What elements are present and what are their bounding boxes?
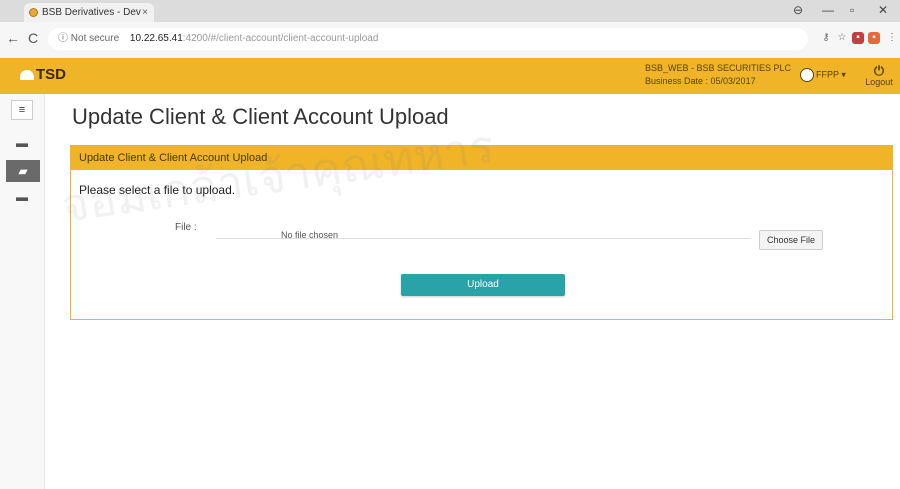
app-header: TSD BSB_WEB - BSB SECURITIES PLC Busines… [0,58,900,94]
menu-icon[interactable]: ≡ [11,100,33,120]
security-label: Not secure [70,33,120,44]
key-icon[interactable]: ⚷ [820,32,832,44]
browser-menu-icon[interactable]: ⋮ [886,32,898,44]
folder-icon-2[interactable]: ▬ [14,190,30,204]
star-icon[interactable]: ☆ [836,32,848,44]
business-date: Business Date : 05/03/2017 [645,76,756,86]
url-host: 10.22.65.41 [129,33,183,44]
choose-file-button[interactable]: Choose File [759,230,823,250]
restore-icon[interactable]: ▫ [850,3,854,17]
tab-close-icon[interactable]: × [142,3,148,22]
power-icon: ⏻ [873,63,885,78]
file-status: No file chosen [281,230,339,240]
extension-icon-2[interactable]: ▪ [868,32,880,44]
folder-open-icon: ▰ [18,164,28,178]
browser-tab-bar: BSB Derivatives - Dev × ⊖ — ▫ ✕ [0,0,900,22]
user-icon [800,68,814,82]
sidebar: ≡ ▬ ▰ ▬ [0,94,45,489]
address-bar-row: ← C ⓘ Not secure 10.22.65.41:4200/#/clie… [0,22,900,59]
upload-button[interactable]: Upload [401,274,565,296]
tab-title: BSB Derivatives - Dev [42,7,141,18]
security-indicator[interactable]: ⓘ Not secure [58,33,119,44]
extension-icon[interactable]: ▪ [852,32,864,44]
favicon-icon [29,8,38,17]
folder-icon[interactable]: ▬ [14,136,30,150]
user-menu[interactable]: FFPP ▾ [800,68,846,82]
app-logo[interactable]: TSD [20,66,66,83]
close-window-icon[interactable]: ✕ [878,3,888,17]
logout-label: Logout [865,77,893,87]
chevron-down-icon: ▾ [841,69,846,80]
sidebar-item-active[interactable]: ▰ [6,160,40,182]
reload-icon[interactable]: C [28,30,38,46]
logout-button[interactable]: ⏻ Logout [862,64,896,87]
minimize-icon[interactable]: — [822,3,834,17]
url-path: :4200/#/client-account/client-account-up… [182,33,379,44]
user-name: FFPP [816,69,839,80]
logo-text: TSD [36,66,66,83]
url-input[interactable]: ⓘ Not secure 10.22.65.41:4200/#/client-a… [48,28,808,50]
browser-tab[interactable]: BSB Derivatives - Dev × [24,3,154,22]
profile-icon[interactable]: ⊖ [793,3,803,17]
back-arrow-icon[interactable]: ← [6,30,20,46]
company-name: BSB_WEB - BSB SECURITIES PLC [645,63,792,73]
company-info: BSB_WEB - BSB SECURITIES PLC Business Da… [645,62,791,88]
logo-mark-icon [20,70,34,81]
